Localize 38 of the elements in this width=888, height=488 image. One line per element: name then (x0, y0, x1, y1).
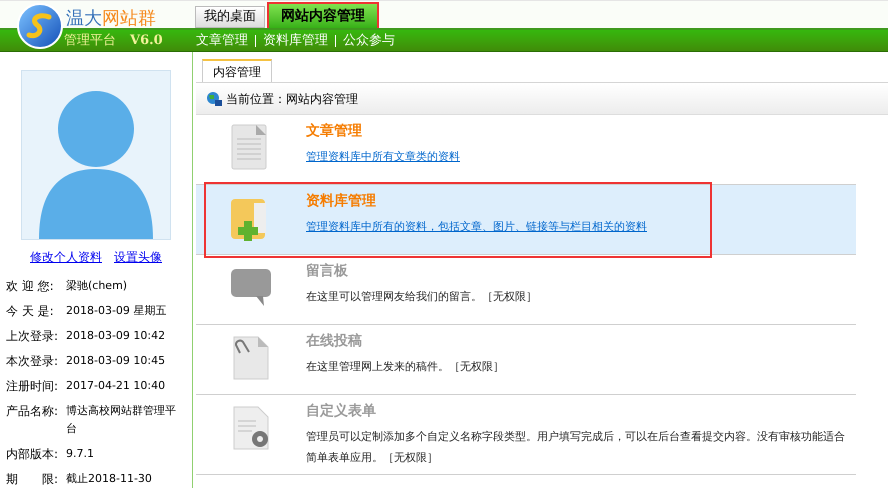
nav-link[interactable]: 公众参与 (343, 30, 395, 50)
item-description: 在这里管理网上发来的稿件。［无权限］ (306, 359, 505, 375)
item-description: 在这里可以管理网友给我们的留言。［无权限］ (306, 289, 538, 305)
info-value: 9.7.1 (66, 446, 95, 462)
item-description: 管理员可以定制添加多个自定义名称字段类型。用户填写完成后，可以在后台查看提交内容。没有审核功能适合简单表单应用。［无权限］ (306, 429, 846, 466)
breadcrumb: 当前位置：网站内容管理 (226, 90, 358, 108)
info-value: 2018-03-09 10:45 (66, 353, 166, 369)
info-value: 梁驰(chem) (66, 278, 128, 294)
info-label: 产品名称: (6, 403, 60, 420)
info-label: 上次登录: (6, 328, 60, 345)
subtitle: 管理平台 (64, 32, 116, 50)
info-value: 2017-04-21 10:40 (66, 378, 166, 394)
nav-tab[interactable]: 我的桌面 (195, 6, 265, 28)
panel-tab[interactable]: 内容管理 (202, 59, 272, 82)
logo-title: 温大 (66, 7, 102, 31)
item-title: 自定义表单 (306, 402, 377, 421)
info-label: 注册时间: (6, 378, 60, 395)
logo-title-accent: 网站群 (102, 7, 156, 31)
info-value: 2018-03-09 10:42 (66, 328, 166, 344)
info-value: 截止2018-11-30 (66, 471, 153, 487)
item-link[interactable]: 管理资料库中所有的资料，包括文章、图片、链接等与栏目相关的资料 (306, 216, 848, 237)
info-label: 期 限: (6, 471, 60, 488)
info-value: 博达高校网站群管理平台 (66, 403, 177, 437)
info-label: 本次登录: (6, 353, 60, 370)
info-label: 内部版本: (6, 446, 60, 463)
profile-link[interactable]: 修改个人资料 (30, 248, 102, 266)
info-label: 欢 迎 您: (6, 278, 55, 295)
item-title: 在线投稿 (306, 332, 363, 351)
info-value: 2018-03-09 星期五 (66, 303, 168, 319)
version: V6.0 (130, 32, 163, 50)
item-link[interactable]: 管理资料库中所有文章类的资料 (306, 146, 848, 167)
item-title: 留言板 (306, 262, 349, 281)
profile-link[interactable]: 设置头像 (114, 248, 162, 266)
nav-tab[interactable]: 网站内容管理 (269, 4, 377, 28)
globe-icon (206, 90, 222, 106)
nav-link[interactable]: 资料库管理 (263, 30, 328, 50)
info-label: 今 天 是: (6, 303, 55, 320)
nav-link[interactable]: 文章管理 (196, 30, 248, 50)
